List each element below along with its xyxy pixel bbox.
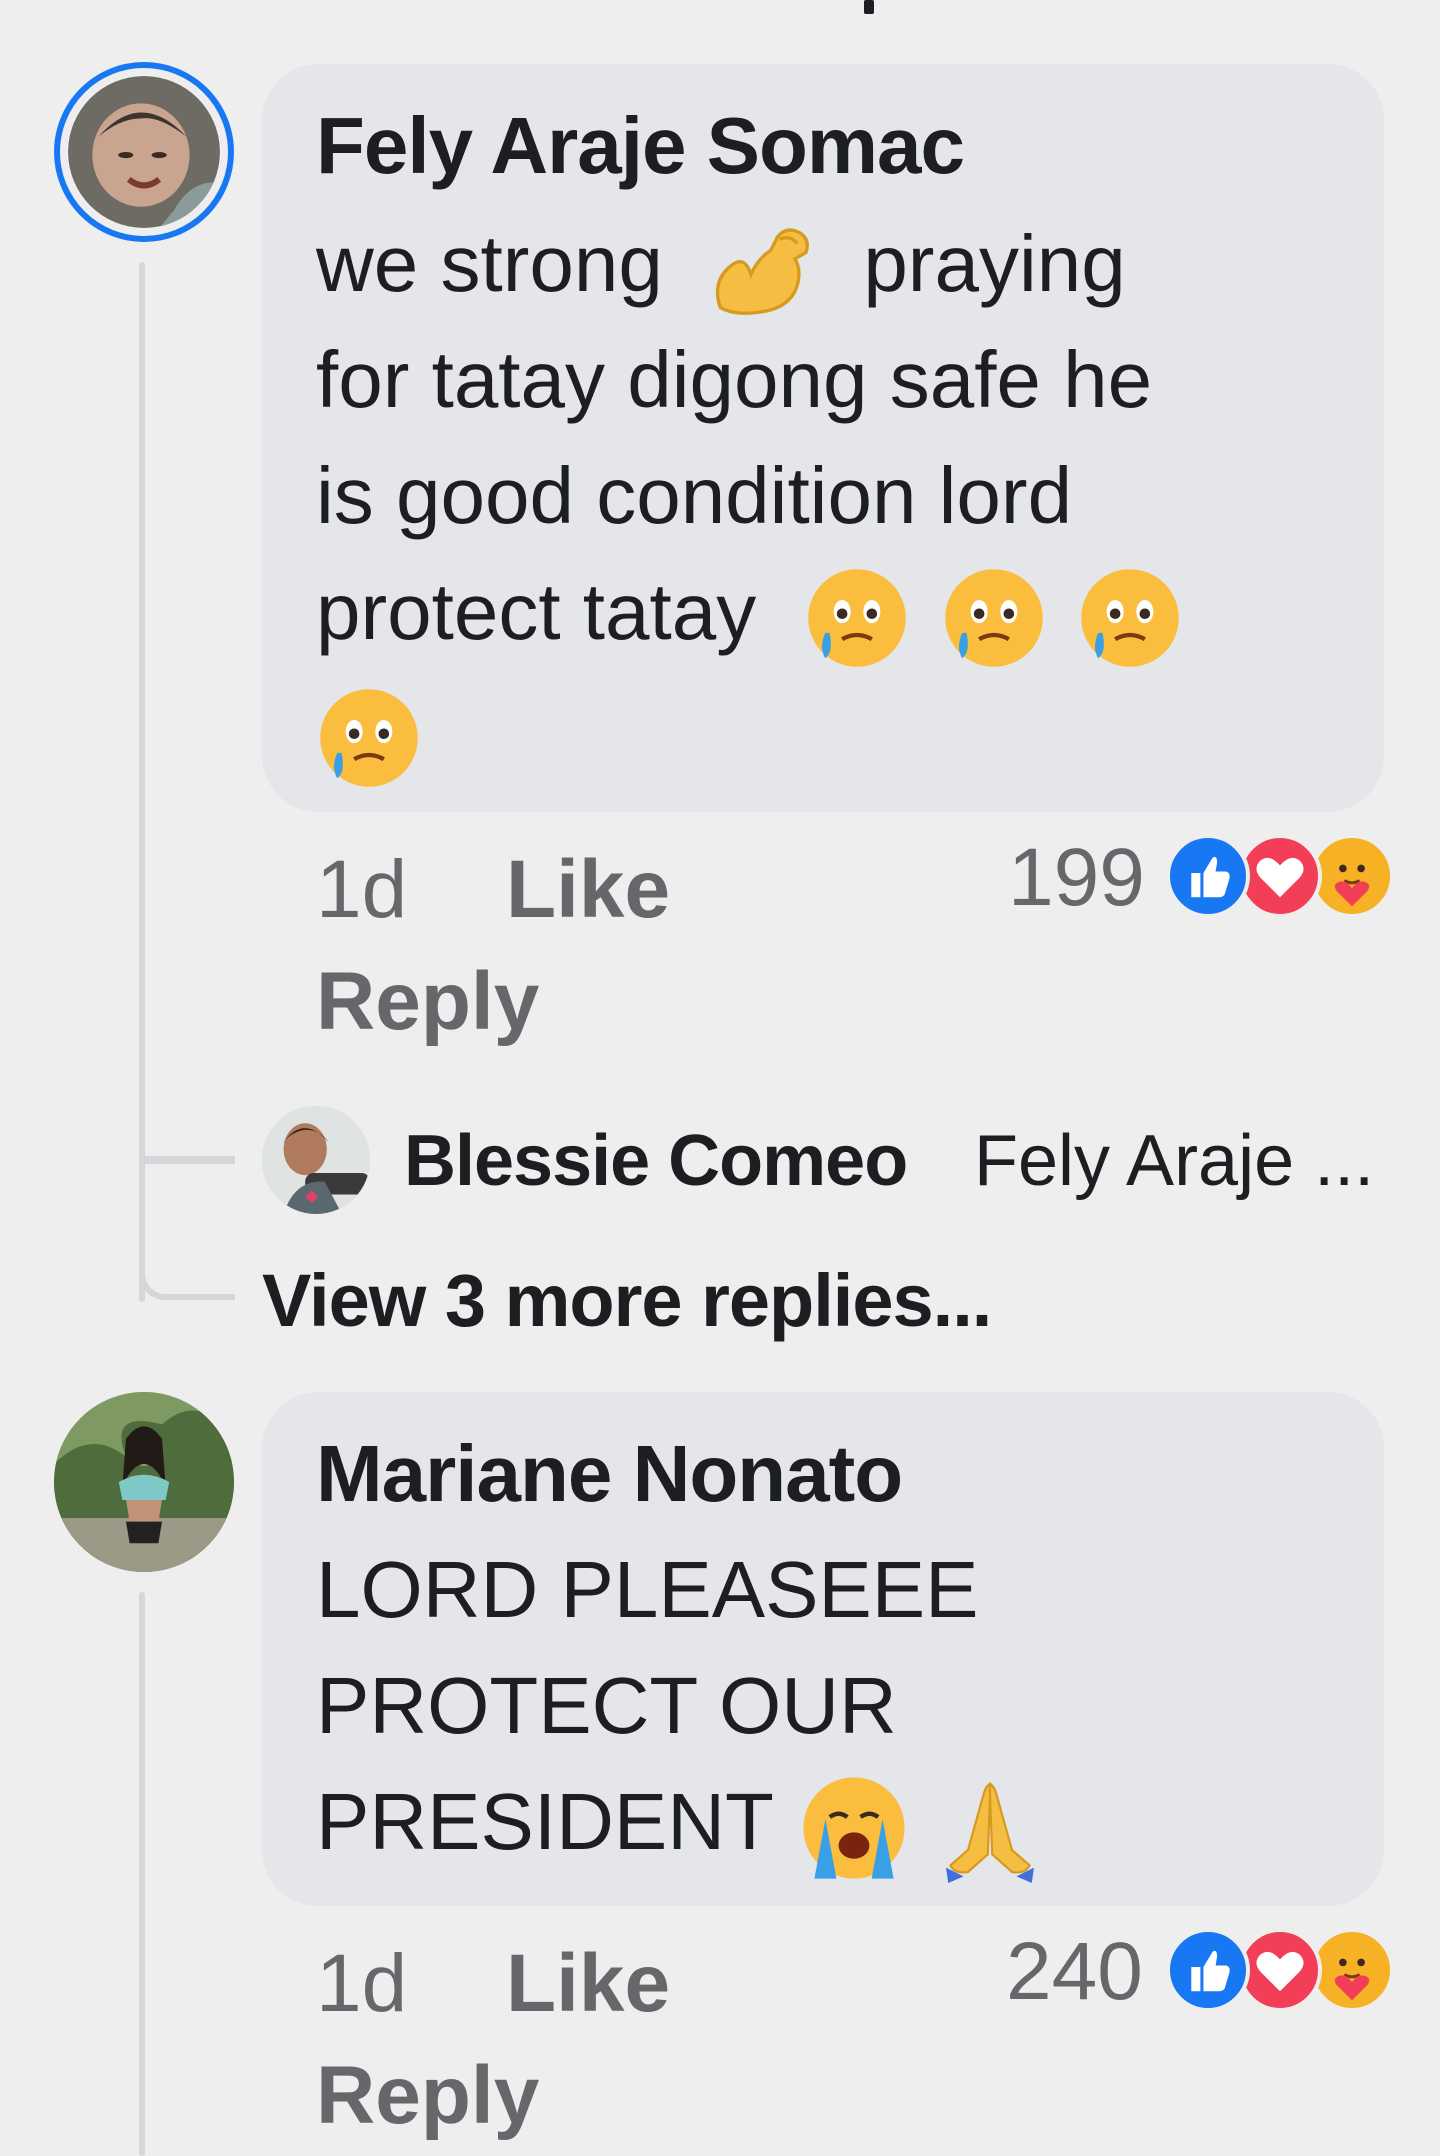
thread-connector <box>139 1252 235 1300</box>
reaction-summary[interactable] <box>1166 834 1394 918</box>
care-reaction-icon <box>1310 1928 1394 2012</box>
face-holding-back-tears-emoji <box>316 685 422 791</box>
reaction-count[interactable]: 240 <box>1006 1922 1143 2022</box>
like-button[interactable]: Like <box>506 840 670 940</box>
love-reaction-icon <box>1238 834 1322 918</box>
like-button[interactable]: Like <box>506 1934 670 2034</box>
comment-text: is good condition lord <box>316 451 1073 540</box>
avatar[interactable] <box>54 1392 234 1572</box>
folded-hands-emoji <box>935 1773 1045 1883</box>
baby-photo-icon <box>68 76 220 228</box>
comment-text: PROTECT OUR <box>316 1661 897 1750</box>
view-more-replies-link[interactable]: View 3 more replies... <box>262 1256 992 1346</box>
reaction-summary[interactable] <box>1166 1928 1394 2012</box>
reply-author[interactable]: Blessie Comeo <box>404 1116 908 1206</box>
comment-text: we strong praying <box>316 206 1126 325</box>
flexed-biceps-emoji <box>707 215 817 325</box>
profile-photo-icon <box>54 1392 234 1572</box>
comment-timestamp: 1d <box>316 844 408 935</box>
avatar[interactable] <box>262 1106 370 1214</box>
like-reaction-icon <box>1166 834 1250 918</box>
comment-text <box>316 674 422 791</box>
overflow-dot <box>864 0 874 14</box>
reply-connector <box>139 1130 235 1164</box>
face-holding-back-tears-emoji <box>941 565 1047 671</box>
like-reaction-icon <box>1166 1928 1250 2012</box>
avatar[interactable] <box>54 62 234 242</box>
comment-timestamp: 1d <box>316 1938 408 2029</box>
loudly-crying-face-emoji <box>799 1773 909 1883</box>
face-holding-back-tears-emoji <box>804 565 910 671</box>
comment-author[interactable]: Fely Araje Somac <box>316 96 965 196</box>
comment-text: protect tatay <box>316 554 1183 671</box>
face-holding-back-tears-emoji <box>1077 565 1183 671</box>
comment-author[interactable]: Mariane Nonato <box>316 1424 903 1524</box>
comment-text: for tatay digong safe he <box>316 335 1153 424</box>
reply-button[interactable]: Reply <box>316 952 539 1052</box>
reply-preview-text[interactable]: Fely Araje ... <box>974 1116 1374 1206</box>
reply-button[interactable]: Reply <box>316 2046 539 2146</box>
comment-text: PRESIDENT <box>316 1764 1045 1883</box>
reaction-count[interactable]: 199 <box>1008 828 1145 928</box>
comment-text: LORD PLEASEEE <box>316 1545 979 1634</box>
profile-photo-icon <box>262 1106 370 1214</box>
love-reaction-icon <box>1238 1928 1322 2012</box>
care-reaction-icon <box>1310 834 1394 918</box>
thread-line <box>139 1592 145 2156</box>
